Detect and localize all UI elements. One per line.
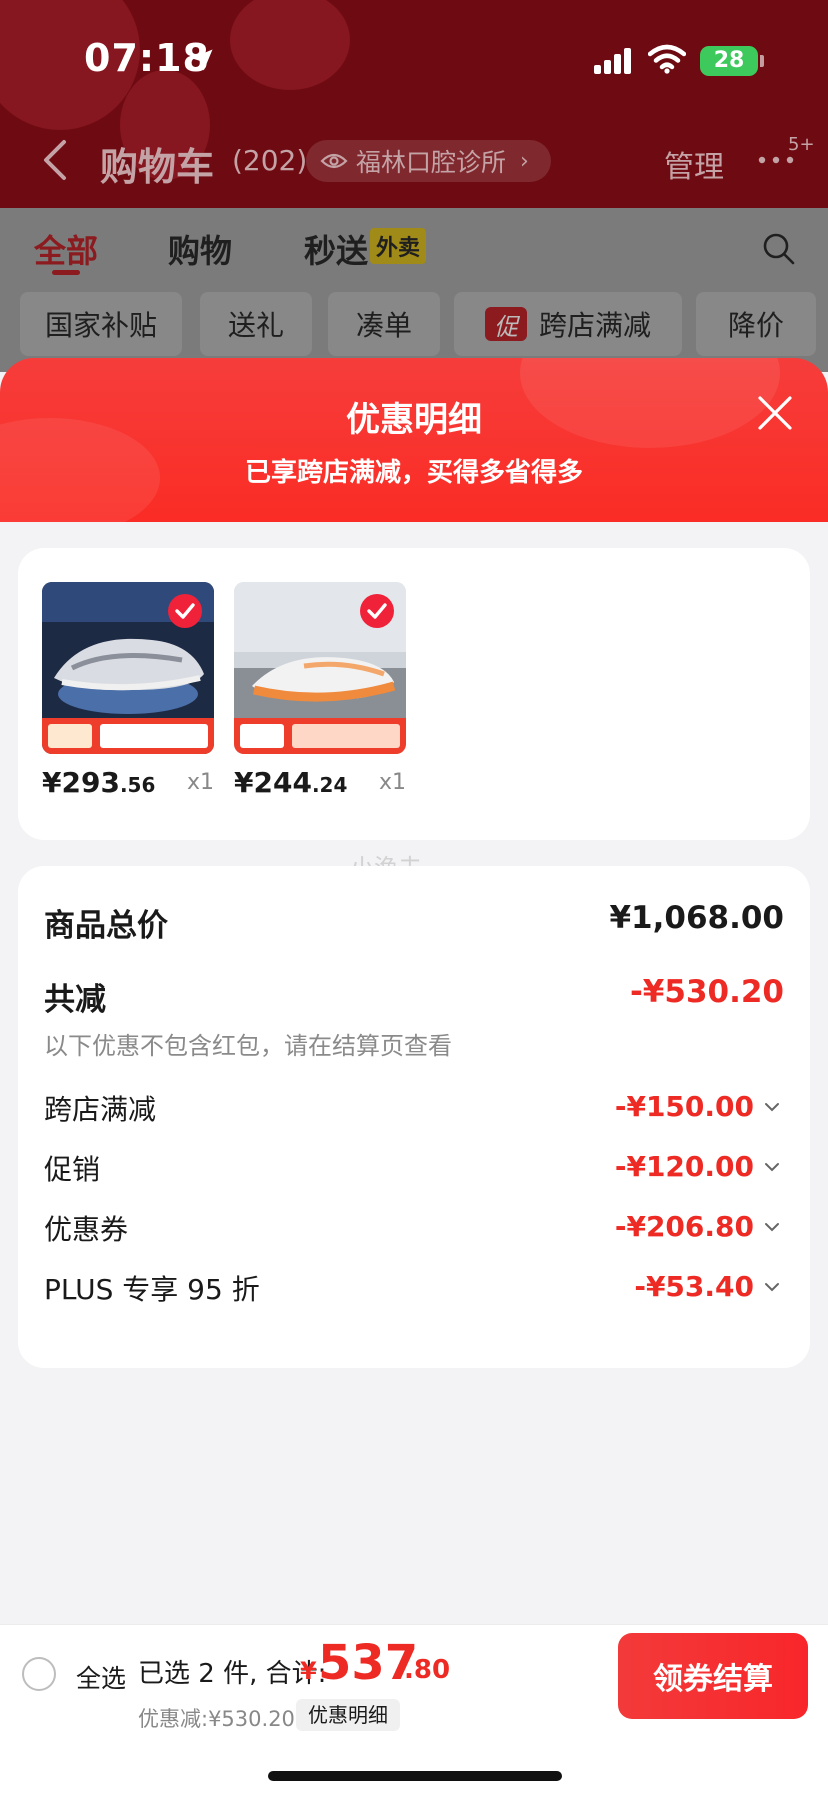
- chevron-down-icon: [765, 1283, 779, 1292]
- discount-row-cross-store[interactable]: 跨店满减 -¥150.00: [18, 1088, 810, 1132]
- total-reduce-value: -¥530.20: [629, 974, 784, 1010]
- more-dots-icon[interactable]: [756, 154, 796, 166]
- discount-label: 跨店满减: [44, 1093, 157, 1126]
- discount-label: PLUS 专享 95 折: [44, 1273, 260, 1306]
- cellular-signal-icon: [594, 48, 631, 74]
- selected-products-card: ¥293.56 x1 ¥244.24 x1: [18, 548, 810, 840]
- total-price-label: 商品总价: [44, 908, 168, 944]
- filter-label: 凑单: [355, 309, 412, 342]
- close-icon[interactable]: [756, 394, 794, 432]
- product-quantity: x1: [378, 770, 406, 795]
- product-image: [234, 582, 406, 754]
- discount-value: -¥120.00: [614, 1150, 754, 1183]
- chevron-down-icon: [765, 1223, 779, 1232]
- tab-shopping[interactable]: 购物: [168, 226, 232, 272]
- manage-button[interactable]: 管理: [664, 142, 724, 186]
- more-badge: 5+: [788, 134, 815, 155]
- total-price-value: ¥1,068.00: [609, 900, 784, 936]
- filter-chip-gift[interactable]: 送礼: [200, 292, 312, 356]
- tab-active-indicator: [52, 270, 80, 275]
- cart-count: (202): [232, 144, 308, 177]
- discount-value: -¥206.80: [614, 1210, 754, 1243]
- discount-note: 以下优惠不包含红包，请在结算页查看: [44, 1032, 452, 1060]
- filter-label: 送礼: [227, 309, 284, 342]
- wifi-icon: [648, 44, 686, 74]
- price-summary-card: 商品总价 ¥1,068.00 共减 -¥530.20 以下优惠不包含红包，请在结…: [18, 866, 810, 1368]
- back-chevron-icon[interactable]: [40, 138, 70, 182]
- store-pill[interactable]: 福林口腔诊所 ›: [306, 140, 551, 182]
- price-int: ¥244: [234, 766, 312, 799]
- product-price: ¥293.56: [42, 766, 155, 799]
- tab-all[interactable]: 全部: [34, 226, 98, 272]
- discount-sheet-header: 优惠明细 已享跨店满减，买得多省得多: [0, 358, 828, 528]
- discount-value: -¥150.00: [614, 1090, 754, 1123]
- check-icon[interactable]: [168, 594, 202, 628]
- filter-label: 国家补贴: [44, 309, 157, 342]
- check-icon[interactable]: [360, 594, 394, 628]
- filter-chip-price-drop[interactable]: 降价: [696, 292, 816, 356]
- eye-icon: [320, 153, 348, 169]
- tabs-and-filters: 全部 购物 秒送 外卖 国家补贴 送礼 凑单 促 跨店满减 降价: [0, 208, 828, 372]
- home-indicator: [268, 1771, 562, 1781]
- price-dec: .56: [119, 773, 156, 797]
- select-all-label[interactable]: 全选: [76, 1659, 126, 1695]
- store-name: 福林口腔诊所: [356, 148, 507, 177]
- product-quantity: x1: [186, 770, 214, 795]
- chevron-right-icon: ›: [520, 148, 529, 174]
- filter-chip-cross-store[interactable]: 促 跨店满减: [454, 292, 682, 356]
- product-price: ¥244.24: [234, 766, 347, 799]
- checkout-button[interactable]: 领券结算: [618, 1633, 808, 1719]
- filter-chip-bundle[interactable]: 凑单: [328, 292, 440, 356]
- chevron-down-icon: [765, 1103, 779, 1112]
- total-amount-dec: .80: [404, 1655, 451, 1685]
- price-dec: .24: [311, 773, 348, 797]
- discount-label: 优惠券: [44, 1213, 129, 1246]
- discount-row-plus[interactable]: PLUS 专享 95 折 -¥53.40: [18, 1268, 810, 1312]
- search-icon[interactable]: [762, 232, 796, 266]
- battery-tip: [760, 55, 764, 67]
- checkout-bar: 全选 已选 2 件, 合计: ¥ 537 .80 优惠减:¥530.20 优惠明…: [0, 1624, 828, 1796]
- total-currency: ¥: [300, 1657, 317, 1685]
- sheet-subtitle: 已享跨店满减，买得多省得多: [244, 458, 583, 488]
- cart-nav-bar: 购物车 (202) 福林口腔诊所 › 管理 5+: [0, 126, 828, 196]
- discount-row-coupon[interactable]: 优惠券 -¥206.80: [18, 1208, 810, 1252]
- discount-label: 促销: [44, 1153, 101, 1186]
- total-reduce-label: 共减: [44, 982, 106, 1018]
- discount-row-promotion[interactable]: 促销 -¥120.00: [18, 1148, 810, 1192]
- checkout-label: 领券结算: [653, 1662, 773, 1697]
- status-bar: 07:18 28: [0, 0, 828, 120]
- takeout-badge: 外卖: [370, 228, 427, 264]
- background-cart-page: 07:18 28 购物车 (202) 福林口腔诊所 › 管理 5+ 全部 购物 …: [0, 0, 828, 372]
- sheet-title: 优惠明细: [346, 400, 482, 440]
- select-all-radio[interactable]: [22, 1657, 56, 1691]
- chevron-down-icon: [765, 1163, 779, 1172]
- product-image: [42, 582, 214, 754]
- discount-value: -¥53.40: [634, 1270, 754, 1303]
- tab-instant[interactable]: 秒送: [304, 226, 368, 272]
- price-int: ¥293: [42, 766, 120, 799]
- discount-detail-button[interactable]: 优惠明细: [296, 1699, 400, 1731]
- filter-chip-national-subsidy[interactable]: 国家补贴: [20, 292, 182, 356]
- selected-summary: 已选 2 件, 合计:: [138, 1659, 327, 1689]
- page-title: 购物车: [100, 145, 215, 189]
- battery-icon: 28: [700, 46, 758, 76]
- location-arrow-icon: [191, 49, 213, 71]
- promo-tag-icon: 促: [484, 307, 527, 341]
- discount-summary: 优惠减:¥530.20: [138, 1707, 295, 1731]
- filter-label: 降价: [727, 309, 784, 342]
- filter-label: 跨店满减: [538, 309, 651, 342]
